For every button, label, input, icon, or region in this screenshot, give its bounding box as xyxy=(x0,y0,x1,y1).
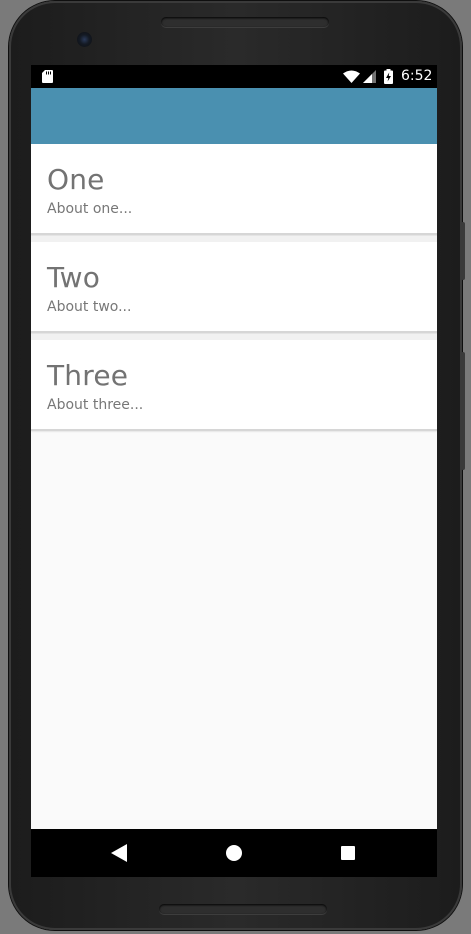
list-item-three[interactable]: Three About three... xyxy=(31,340,437,431)
list-item-one[interactable]: One About one... xyxy=(31,144,437,235)
list-item-title: Three xyxy=(47,359,129,392)
list-item-two[interactable]: Two About two... xyxy=(31,242,437,333)
app-toolbar xyxy=(31,88,437,144)
list-divider xyxy=(31,333,437,340)
volume-button xyxy=(461,222,465,280)
battery-charging-icon xyxy=(384,69,393,84)
recents-icon[interactable] xyxy=(341,846,355,860)
back-icon[interactable] xyxy=(111,844,127,862)
status-bar: 6:52 xyxy=(31,65,437,88)
list-item-title: Two xyxy=(47,261,101,294)
list-divider xyxy=(31,235,437,242)
list-item-title: One xyxy=(47,163,105,196)
list-item-subtitle: About two... xyxy=(47,299,132,315)
system-navigation-bar xyxy=(31,829,437,877)
list-item-subtitle: About three... xyxy=(47,397,144,413)
wifi-icon xyxy=(343,70,360,83)
status-clock: 6:52 xyxy=(401,68,433,84)
bottom-speaker-grille xyxy=(159,904,327,914)
front-camera xyxy=(77,32,92,47)
cell-signal-icon xyxy=(363,70,376,83)
list-item-subtitle: About one... xyxy=(47,201,133,217)
sd-card-icon xyxy=(42,70,53,83)
device-screen: 6:52 One About one... Two About two... T… xyxy=(31,65,437,877)
top-speaker-grille xyxy=(161,17,329,27)
home-icon[interactable] xyxy=(226,845,242,861)
power-button xyxy=(461,352,465,470)
